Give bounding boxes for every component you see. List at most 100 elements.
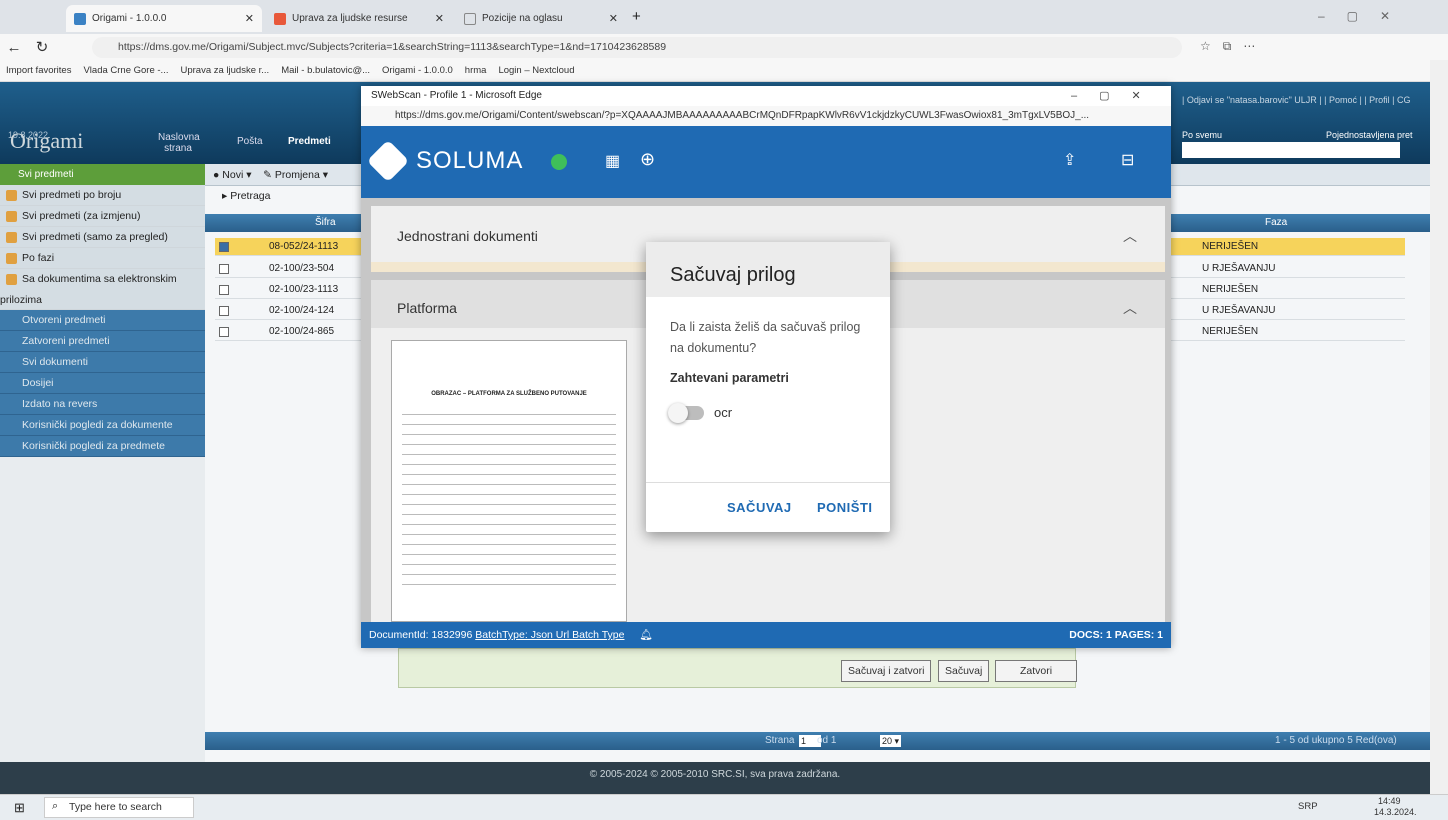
sidebar-group[interactable]: Otvoreni predmeti xyxy=(0,310,205,331)
status-docid: DocumentId: 1832996 xyxy=(369,629,473,641)
window-controls[interactable]: –▢✕ xyxy=(1318,9,1412,23)
row-checkbox[interactable] xyxy=(219,242,229,252)
popup-url: https://dms.gov.me/Origami/Content/swebs… xyxy=(361,106,1171,126)
windows-start-icon[interactable]: ⊞ xyxy=(14,800,25,816)
sidebar-item[interactable]: Svi predmeti po broju xyxy=(0,185,205,206)
row-phase: U RJEŠAVANJU xyxy=(1202,263,1276,274)
soluma-logo-icon xyxy=(366,139,410,183)
scanner-icon[interactable]: ⊟ xyxy=(1121,150,1134,170)
row-checkbox[interactable] xyxy=(219,285,229,295)
sidebar-item[interactable]: Po fazi xyxy=(0,248,205,269)
row-checkbox[interactable] xyxy=(219,264,229,274)
tray-time[interactable]: 14:49 xyxy=(1378,796,1401,806)
page-icon xyxy=(464,12,476,25)
nav-home[interactable]: Naslovna strana xyxy=(158,132,200,154)
sidebar-group[interactable]: Korisnički pogledi za dokumente xyxy=(0,415,205,436)
fav-item[interactable]: Import favorites xyxy=(6,65,71,76)
dialog-save-button[interactable]: SAČUVAJ xyxy=(727,500,792,515)
bell-icon[interactable]: 🔔︎ xyxy=(639,629,652,641)
close-icon[interactable]: ✕ xyxy=(245,12,254,25)
page-of: od 1 xyxy=(817,735,837,746)
fav-item[interactable]: Uprava za ljudske r... xyxy=(180,65,269,76)
chevron-up-icon[interactable]: ︿ xyxy=(1123,298,1137,318)
back-icon[interactable]: ← xyxy=(0,39,28,56)
upload-icon[interactable]: ⇪ xyxy=(1063,150,1076,170)
add-icon[interactable]: ⊕ xyxy=(640,149,655,170)
close-icon[interactable]: ✕ xyxy=(609,12,618,25)
ocr-label: ocr xyxy=(714,405,733,420)
browser-tab-origami[interactable]: Origami - 1.0.0.0 ✕ xyxy=(66,5,262,32)
row-checkbox[interactable] xyxy=(219,306,229,316)
change-button[interactable]: ✎ Promjena ▾ xyxy=(263,169,328,181)
ocr-toggle-row: ocr xyxy=(646,385,890,423)
row-checkbox[interactable] xyxy=(219,327,229,337)
tray-lang[interactable]: SRP xyxy=(1298,801,1318,812)
sidebar-group[interactable]: Korisnički pogledi za predmete xyxy=(0,436,205,457)
fav-item[interactable]: Vlada Crne Gore -... xyxy=(83,65,168,76)
shield-icon xyxy=(274,12,286,25)
pager-summary: 1 - 5 od ukupno 5 Red(ova) xyxy=(1275,735,1397,746)
scan-icon[interactable]: ▦ xyxy=(605,151,620,171)
new-tab-button[interactable]: + xyxy=(632,8,641,25)
browser-toolbar-icons[interactable]: ☆⧉⋯ xyxy=(1200,39,1267,54)
taskbar-search[interactable]: Type here to search xyxy=(44,797,194,818)
browser-tab-bar: Origami - 1.0.0.0 ✕ Uprava za ljudske res… xyxy=(0,0,1448,34)
close-icon[interactable]: ✕ xyxy=(435,12,444,25)
address-bar-row: ← ↻ https://dms.gov.me/Origami/Subject.m… xyxy=(0,34,1448,60)
dialog-message: Da li zaista želiš da sačuvaš prilog na … xyxy=(670,320,861,355)
sidebar-group[interactable]: Zatvoreni predmeti xyxy=(0,331,205,352)
sidebar-header[interactable]: Svi predmeti xyxy=(0,164,205,185)
browser-tab-uprava[interactable]: Uprava za ljudske resurse ✕ xyxy=(266,5,452,32)
save-button[interactable]: Sačuvaj xyxy=(938,660,990,682)
search-toggle[interactable]: ▸ Pretraga xyxy=(222,190,270,202)
browser-tab-pozicije[interactable]: Pozicije na oglasu ✕ xyxy=(456,5,626,32)
tray-date[interactable]: 14.3.2024. xyxy=(1374,807,1417,817)
popup-status-bar: DocumentId: 1832996 BatchType: Json Url … xyxy=(361,622,1171,648)
col-code[interactable]: Šifra xyxy=(315,217,336,228)
row-phase: NERIJEŠEN xyxy=(1202,326,1259,337)
url-field[interactable]: https://dms.gov.me/Origami/Subject.mvc/S… xyxy=(92,37,1182,58)
app-footer: © 2005-2024 © 2005-2010 SRC.SI, sva prav… xyxy=(0,762,1430,794)
search-scope[interactable]: Po svemu xyxy=(1182,130,1222,140)
sidebar-group[interactable]: Izdato na revers xyxy=(0,394,205,415)
close-button[interactable]: Zatvori xyxy=(995,660,1077,682)
popup-window-controls[interactable]: –▢✕ xyxy=(1071,89,1163,102)
sidebar-item[interactable]: Svi predmeti (samo za pregled) xyxy=(0,227,205,248)
row-phase: NERIJEŠEN xyxy=(1202,284,1259,295)
save-close-button[interactable]: Sačuvaj i zatvori xyxy=(841,660,932,682)
cloud-icon xyxy=(74,12,86,25)
row-code: 02-100/24-124 xyxy=(269,305,335,316)
app-search-input[interactable] xyxy=(1182,142,1400,158)
page-size-select[interactable]: 20 ▾ xyxy=(880,735,902,747)
search-mode[interactable]: Pojednostavljena pret xyxy=(1326,130,1413,140)
ocr-toggle[interactable] xyxy=(668,402,704,423)
sidebar-group[interactable]: Svi dokumenti xyxy=(0,352,205,373)
doc-heading: OBRAZAC – PLATFORMA ZA SLUŽBENO PUTOVANJ… xyxy=(431,391,587,397)
sidebar-group[interactable]: Dosijei xyxy=(0,373,205,394)
panel-title: Platforma xyxy=(397,300,457,316)
sidebar-item-wrap: prilozima xyxy=(0,290,205,310)
top-links[interactable]: | Odjavi se "natasa.barovic" ULJR | | Po… xyxy=(1182,94,1422,106)
chevron-up-icon[interactable]: ︿ xyxy=(1123,226,1137,246)
dialog-cancel-button[interactable]: PONIŠTI xyxy=(817,500,873,515)
new-button[interactable]: ● Novi ▾ xyxy=(213,169,251,181)
sidebar-item[interactable]: Svi predmeti (za izmjenu) xyxy=(0,206,205,227)
fav-item[interactable]: Origami - 1.0.0.0 xyxy=(382,65,453,76)
fav-item[interactable]: Login – Nextcloud xyxy=(498,65,574,76)
col-phase[interactable]: Faza xyxy=(1265,217,1287,228)
pager: Strana 1 od 1 20 ▾ 1 - 5 od ukupno 5 Red… xyxy=(205,732,1430,750)
sidebar-item[interactable]: Sa dokumentima sa elektronskim xyxy=(0,269,205,290)
status-icon xyxy=(551,154,567,170)
row-phase: NERIJEŠEN xyxy=(1202,241,1259,252)
nav-mail[interactable]: Pošta xyxy=(237,136,263,147)
doc-form-lines xyxy=(402,405,616,585)
status-batch-link[interactable]: BatchType: Json Url Batch Type xyxy=(475,629,624,641)
document-thumbnail[interactable]: OBRAZAC – PLATFORMA ZA SLUŽBENO PUTOVANJ… xyxy=(391,340,627,622)
fav-item[interactable]: hrma xyxy=(465,65,487,76)
refresh-icon[interactable]: ↻ xyxy=(28,38,56,56)
row-phase: U RJEŠAVANJU xyxy=(1202,305,1276,316)
fav-item[interactable]: Mail - b.bulatovic@... xyxy=(281,65,370,76)
app-logo: Origami xyxy=(10,128,84,153)
dialog-title: Sačuvaj prilog xyxy=(646,242,890,297)
nav-subjects[interactable]: Predmeti xyxy=(288,136,331,147)
